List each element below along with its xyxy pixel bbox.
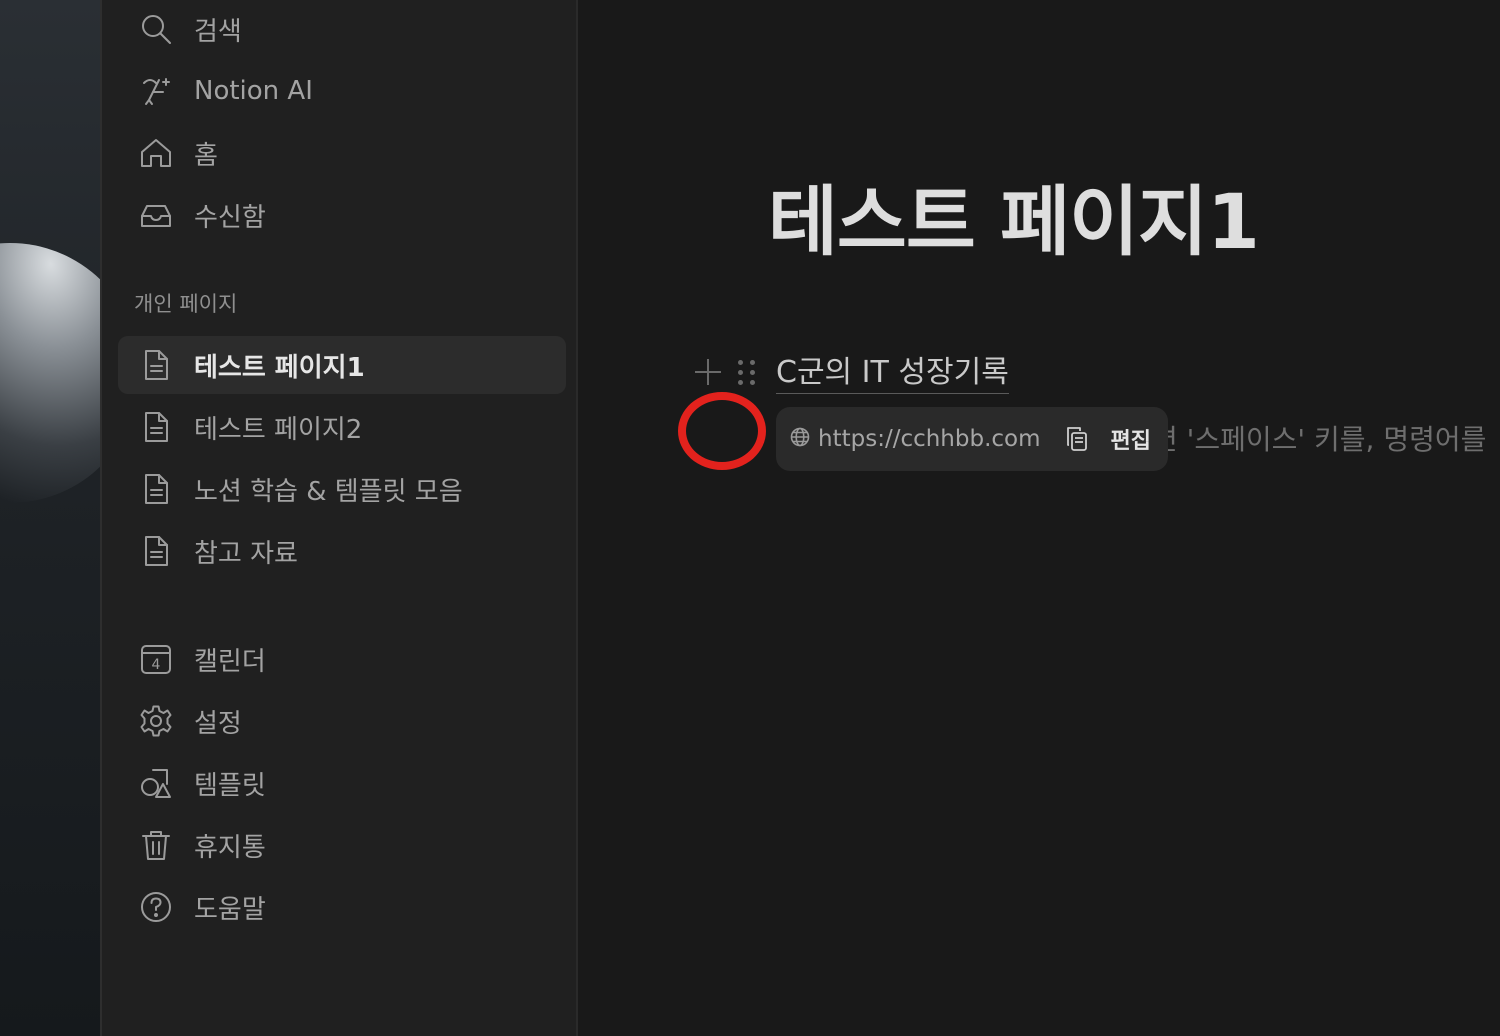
- sidebar: 검색 Notion AI 홈 수신함 개인 페이지 테스트 페이지1 테스트 페…: [100, 0, 578, 1036]
- gear-icon: [138, 703, 174, 739]
- page-icon: [138, 409, 174, 445]
- sidebar-item-label: 캘린더: [194, 646, 266, 677]
- page-icon: [138, 533, 174, 569]
- globe-icon: [790, 427, 810, 451]
- sidebar-item-help[interactable]: 도움말: [118, 878, 566, 936]
- page-icon: [138, 471, 174, 507]
- sidebar-item-label: 홈: [194, 140, 218, 171]
- home-icon: [138, 135, 174, 171]
- block-handles: [692, 356, 758, 388]
- template-icon: [138, 765, 174, 801]
- sidebar-page-reference[interactable]: 참고 자료: [118, 522, 566, 580]
- link-url[interactable]: https://cchhbb.com: [818, 426, 1041, 452]
- sidebar-item-templates[interactable]: 템플릿: [118, 754, 566, 812]
- sidebar-item-notion-ai[interactable]: Notion AI: [118, 62, 566, 120]
- search-icon: [138, 11, 174, 47]
- sidebar-page-test-page-2[interactable]: 테스트 페이지2: [118, 398, 566, 456]
- sidebar-item-inbox[interactable]: 수신함: [118, 186, 566, 244]
- calendar-icon: 4: [138, 641, 174, 677]
- sidebar-item-search[interactable]: 검색: [118, 0, 566, 58]
- desktop-wallpaper-highlight: [0, 230, 100, 516]
- trash-icon: [138, 827, 174, 863]
- link-preview-popup: https://cchhbb.com 편집: [776, 407, 1168, 471]
- sidebar-item-label: 참고 자료: [194, 538, 298, 569]
- sidebar-item-label: 수신함: [194, 202, 266, 233]
- copy-icon: [1066, 427, 1087, 451]
- sidebar-item-calendar[interactable]: 4 캘린더: [118, 630, 566, 688]
- notion-ai-icon: [138, 73, 174, 109]
- help-icon: [138, 889, 174, 925]
- sidebar-page-test-page-1[interactable]: 테스트 페이지1: [118, 336, 566, 394]
- edit-link-button[interactable]: 편집: [1111, 423, 1151, 455]
- inbox-icon: [138, 197, 174, 233]
- add-block-icon[interactable]: [692, 356, 724, 388]
- sidebar-item-home[interactable]: 홈: [118, 124, 566, 182]
- section-title-private-pages[interactable]: 개인 페이지: [134, 288, 237, 318]
- calendar-date-badge: 4: [152, 657, 161, 673]
- sidebar-item-settings[interactable]: 설정: [118, 692, 566, 750]
- sidebar-item-label: 휴지통: [194, 832, 266, 863]
- sidebar-item-label: 도움말: [194, 894, 266, 925]
- sidebar-item-label: 테스트 페이지2: [194, 414, 363, 445]
- sidebar-item-trash[interactable]: 휴지통: [118, 816, 566, 874]
- sidebar-item-label: 검색: [194, 16, 242, 47]
- sidebar-item-label: 노션 학습 & 템플릿 모음: [194, 476, 463, 507]
- desktop-background: [0, 0, 100, 1036]
- page-content: 테스트 페이지1 C군의 IT 성장기록 면 '스페이스' 키를, 명령어를 h…: [580, 0, 1500, 1036]
- page-icon: [138, 347, 174, 383]
- link-block-text[interactable]: C군의 IT 성장기록: [776, 354, 1009, 394]
- annotation-circle: [678, 392, 766, 470]
- sidebar-page-notion-learning[interactable]: 노션 학습 & 템플릿 모음: [118, 460, 566, 518]
- sidebar-item-label: 템플릿: [194, 770, 266, 801]
- copy-link-button[interactable]: [1063, 423, 1091, 455]
- page-title[interactable]: 테스트 페이지1: [768, 160, 1260, 270]
- sidebar-item-label: Notion AI: [194, 76, 313, 106]
- empty-block-placeholder[interactable]: 면 '스페이스' 키를, 명령어를: [1152, 418, 1486, 458]
- sidebar-item-label: 테스트 페이지1: [194, 352, 365, 383]
- drag-handle-icon[interactable]: [738, 356, 758, 388]
- sidebar-item-label: 설정: [194, 708, 242, 739]
